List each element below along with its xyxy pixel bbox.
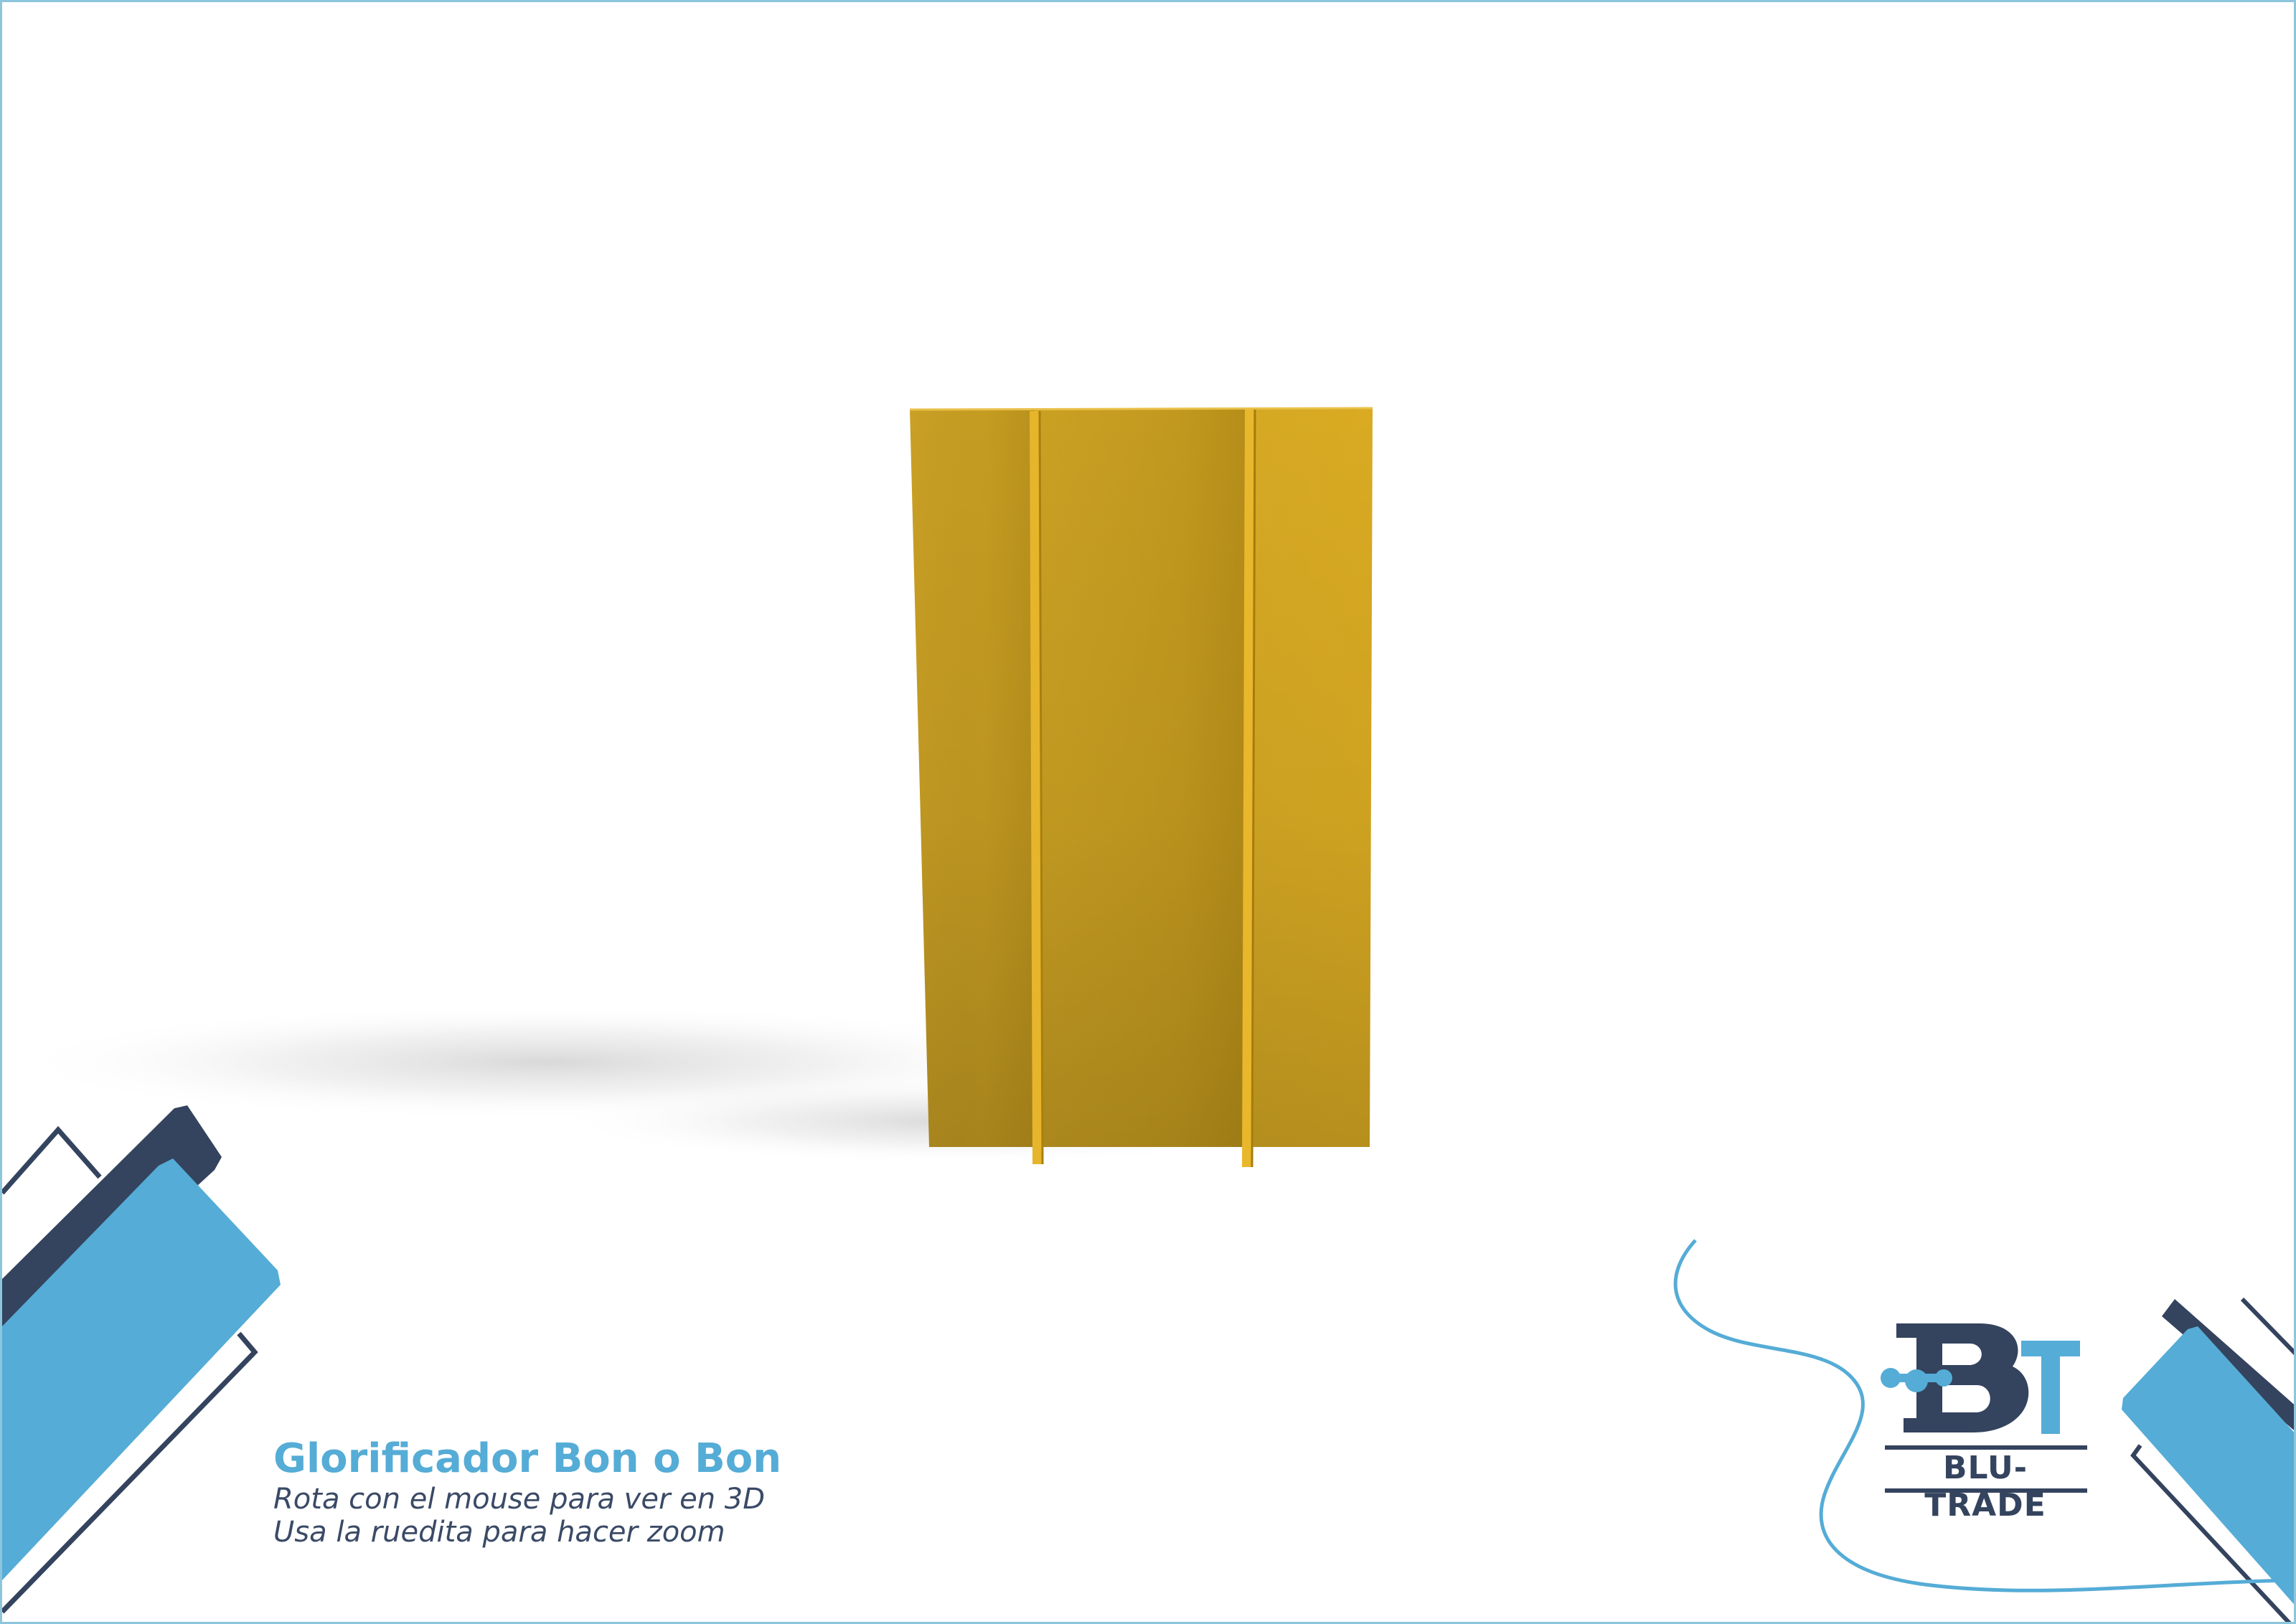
- corner-decoration-right: [2122, 1297, 2294, 1622]
- glorificador-model: [909, 407, 1373, 1168]
- zoom-hint: Usa la ruedita para hacer zoom: [273, 1516, 725, 1549]
- brand-name: BLU-TRADE: [1924, 1450, 2046, 1524]
- viewer-caption: Glorificador Bon o Bon Rota con el mouse…: [273, 1435, 1134, 1549]
- model-title: Glorificador Bon o Bon: [273, 1435, 782, 1482]
- logo-rule-bottom: [1885, 1488, 2087, 1493]
- viewer-frame: Glorificador Bon o Bon Rota con el mouse…: [0, 0, 2296, 1624]
- brand-logo: BLU-TRADE: [1872, 1306, 2102, 1524]
- rotate-hint: Rota con el mouse para ver en 3D: [273, 1483, 766, 1516]
- corner-decoration-left: [2, 1105, 281, 1614]
- bt-monogram-icon: [1881, 1323, 2080, 1434]
